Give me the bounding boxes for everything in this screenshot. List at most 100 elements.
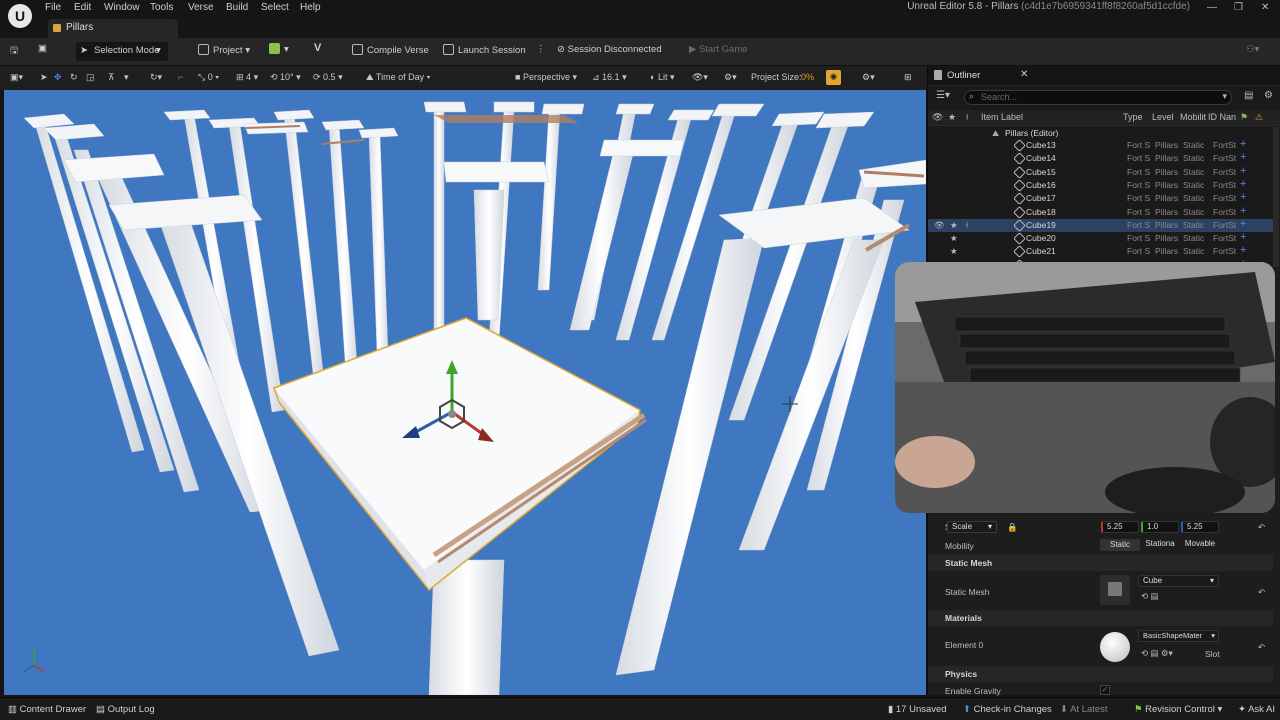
output-log-button[interactable]: ▤ Output Log xyxy=(96,704,155,715)
add-icon[interactable]: + xyxy=(1240,138,1246,150)
menu-build[interactable]: Build xyxy=(226,2,248,13)
snap-angle-dropdown[interactable]: ⊞ 4 ▾ xyxy=(236,72,258,83)
realtime-toggle-icon[interactable]: ⚙▾ xyxy=(724,72,737,83)
move-tool-icon[interactable]: ✥ xyxy=(54,72,62,83)
column-mobility[interactable]: Mobilit xyxy=(1180,112,1206,122)
transform-mode-icon[interactable]: ▣▾ xyxy=(10,72,23,83)
browse-icon[interactable]: ▣ xyxy=(38,43,47,54)
column-item-label[interactable]: Item Label xyxy=(981,112,1023,122)
surface-snap-icon[interactable]: ▾ xyxy=(124,72,129,83)
menu-file[interactable]: File xyxy=(45,2,61,13)
close-window-icon[interactable]: ✕ xyxy=(1261,2,1269,13)
scale-mode-dropdown[interactable]: Scale ▾ xyxy=(947,521,997,533)
visibility-icon[interactable]: 👁 xyxy=(932,112,943,123)
menu-window[interactable]: Window xyxy=(104,2,140,13)
more-options-icon[interactable]: ⋮ xyxy=(536,44,546,55)
outliner-row[interactable]: ★ Cube21 Fort S Pillars Static FortSt + xyxy=(928,244,1273,259)
grid-snap-icon[interactable]: ⌐ xyxy=(178,72,183,82)
add-folder-icon[interactable]: ▤ xyxy=(1244,90,1253,101)
scale-z-field[interactable]: 5.25 xyxy=(1181,521,1219,533)
perspective-dropdown[interactable]: ■ Perspective ▾ xyxy=(515,72,577,83)
filter-icon[interactable]: ☰▾ xyxy=(936,90,950,101)
pin-icon[interactable]: ★ xyxy=(950,220,958,231)
add-icon[interactable]: + xyxy=(1240,178,1246,190)
rotation-snap-dropdown[interactable]: ⟲ 10° ▾ xyxy=(270,72,301,83)
minimize-icon[interactable]: — xyxy=(1207,2,1217,13)
materials-section-header[interactable]: Materials xyxy=(928,610,1273,626)
add-icon[interactable]: + xyxy=(1240,244,1246,256)
outliner-scrollbar[interactable] xyxy=(1273,127,1279,267)
level-viewport[interactable] xyxy=(4,90,926,695)
menu-verse[interactable]: Verse xyxy=(188,2,214,13)
menu-edit[interactable]: Edit xyxy=(74,2,91,13)
menu-help[interactable]: Help xyxy=(300,2,321,13)
static-mesh-dropdown[interactable]: Cube ▾ xyxy=(1138,575,1219,587)
start-game-button[interactable]: ▶ Start Game xyxy=(689,44,748,55)
add-actor-button[interactable]: ▾ xyxy=(269,43,289,55)
add-icon[interactable]: + xyxy=(1240,165,1246,177)
lock-icon[interactable]: 🔒 xyxy=(1007,522,1018,533)
outliner-row[interactable]: Cube14 Fort S Pillars Static FortSt + xyxy=(928,151,1273,166)
rotate-tool-icon[interactable]: ↻ xyxy=(70,72,78,83)
reset-scale-icon[interactable]: ↶ xyxy=(1258,522,1265,533)
column-level[interactable]: Level xyxy=(1152,112,1174,122)
physics-section-header[interactable]: Physics xyxy=(928,666,1273,682)
scale-x-field[interactable]: 5.25 xyxy=(1101,521,1139,533)
verse-icon[interactable]: V xyxy=(314,42,321,54)
add-icon[interactable]: + xyxy=(1240,205,1246,217)
pin-actor-icon[interactable]: ⍿ xyxy=(966,220,968,231)
close-icon[interactable]: ✕ xyxy=(1020,69,1028,80)
settings-icon[interactable]: ⚙ xyxy=(1264,90,1273,101)
outliner-row[interactable]: Cube17 Fort S Pillars Static FortSt + xyxy=(928,191,1273,206)
material-tools-icon[interactable]: ⟲ ▤ ⚙▾ xyxy=(1141,648,1173,659)
lit-dropdown[interactable]: ◐ Lit ▾ xyxy=(650,72,674,83)
add-column-icon[interactable]: ⚑ xyxy=(1240,112,1248,123)
menu-select[interactable]: Select xyxy=(261,2,289,13)
scale-snap-dropdown[interactable]: ⟳ 0.5 ▾ xyxy=(313,72,343,83)
browse-asset-icon[interactable]: ⟲ ▤ xyxy=(1141,591,1159,602)
outliner-row[interactable]: Cube13 Fort S Pillars Static FortSt + xyxy=(928,138,1273,152)
mobility-static-button[interactable]: Static xyxy=(1100,539,1140,551)
unreal-logo-icon[interactable]: U xyxy=(8,4,32,28)
pin-icon[interactable]: ★ xyxy=(950,233,958,244)
tab-pillars[interactable]: Pillars xyxy=(48,19,178,38)
reset-material-icon[interactable]: ↶ xyxy=(1258,642,1265,653)
scale-y-field[interactable]: 1.0 xyxy=(1141,521,1179,533)
outliner-row[interactable]: ★ Cube20 Fort S Pillars Static FortSt + xyxy=(928,231,1273,245)
scale-tool-icon[interactable]: ◲ xyxy=(86,72,95,83)
check-in-button[interactable]: ⬆ Check-in Changes xyxy=(963,704,1052,715)
performance-icon[interactable]: ✺ xyxy=(826,70,841,85)
select-tool-icon[interactable]: ➤ xyxy=(40,72,48,83)
outliner-row[interactable]: Cube18 Fort S Pillars Static FortSt + xyxy=(928,205,1273,219)
save-icon[interactable]: 🖫 xyxy=(10,43,18,59)
mobility-stationary-button[interactable]: Stationa xyxy=(1140,539,1180,551)
coord-space-icon[interactable]: ⊼ xyxy=(108,72,115,83)
column-type[interactable]: Type xyxy=(1123,112,1143,122)
project-button[interactable]: Project ▾ xyxy=(198,44,250,56)
show-flags-icon[interactable]: 👁▾ xyxy=(692,72,708,83)
menu-tools[interactable]: Tools xyxy=(150,2,173,13)
visibility-toggle-icon[interactable]: 👁 xyxy=(934,220,945,231)
add-icon[interactable]: + xyxy=(1240,218,1246,230)
users-icon[interactable]: ⚇▾ xyxy=(1246,44,1259,55)
compile-verse-button[interactable]: Compile Verse xyxy=(352,44,429,56)
enable-gravity-checkbox[interactable]: ✓ xyxy=(1100,685,1110,695)
fov-dropdown[interactable]: ⊿ 16.1 ▾ xyxy=(592,72,627,83)
revision-control-dropdown[interactable]: ⚑ Revision Control ▾ xyxy=(1134,704,1222,715)
pin-icon[interactable]: ★ xyxy=(948,112,956,123)
mobility-movable-button[interactable]: Movable xyxy=(1180,539,1220,551)
add-icon[interactable]: + xyxy=(1240,151,1246,163)
lock-column-icon[interactable]: ⍿ xyxy=(966,112,968,123)
realtime-icon[interactable]: ↻▾ xyxy=(150,72,162,83)
warning-icon[interactable]: ⚠ xyxy=(1255,112,1263,123)
material-dropdown[interactable]: BasicShapeMater ▾ xyxy=(1138,630,1219,642)
time-of-day-dropdown[interactable]: ⛰ Time of Day ▾ xyxy=(366,72,430,83)
selected-cube[interactable] xyxy=(273,317,647,592)
restore-icon[interactable]: ❐ xyxy=(1234,2,1243,13)
launch-session-button[interactable]: Launch Session xyxy=(443,44,526,56)
ask-ai-button[interactable]: ✦ Ask AI xyxy=(1238,704,1275,715)
static-mesh-thumbnail[interactable] xyxy=(1100,575,1130,605)
outliner-search-input[interactable]: ⌕ Search... ▾ xyxy=(964,90,1232,105)
static-mesh-section-header[interactable]: Static Mesh xyxy=(928,555,1273,571)
session-disconnected-button[interactable]: ⊘ Session Disconnected xyxy=(557,44,662,55)
